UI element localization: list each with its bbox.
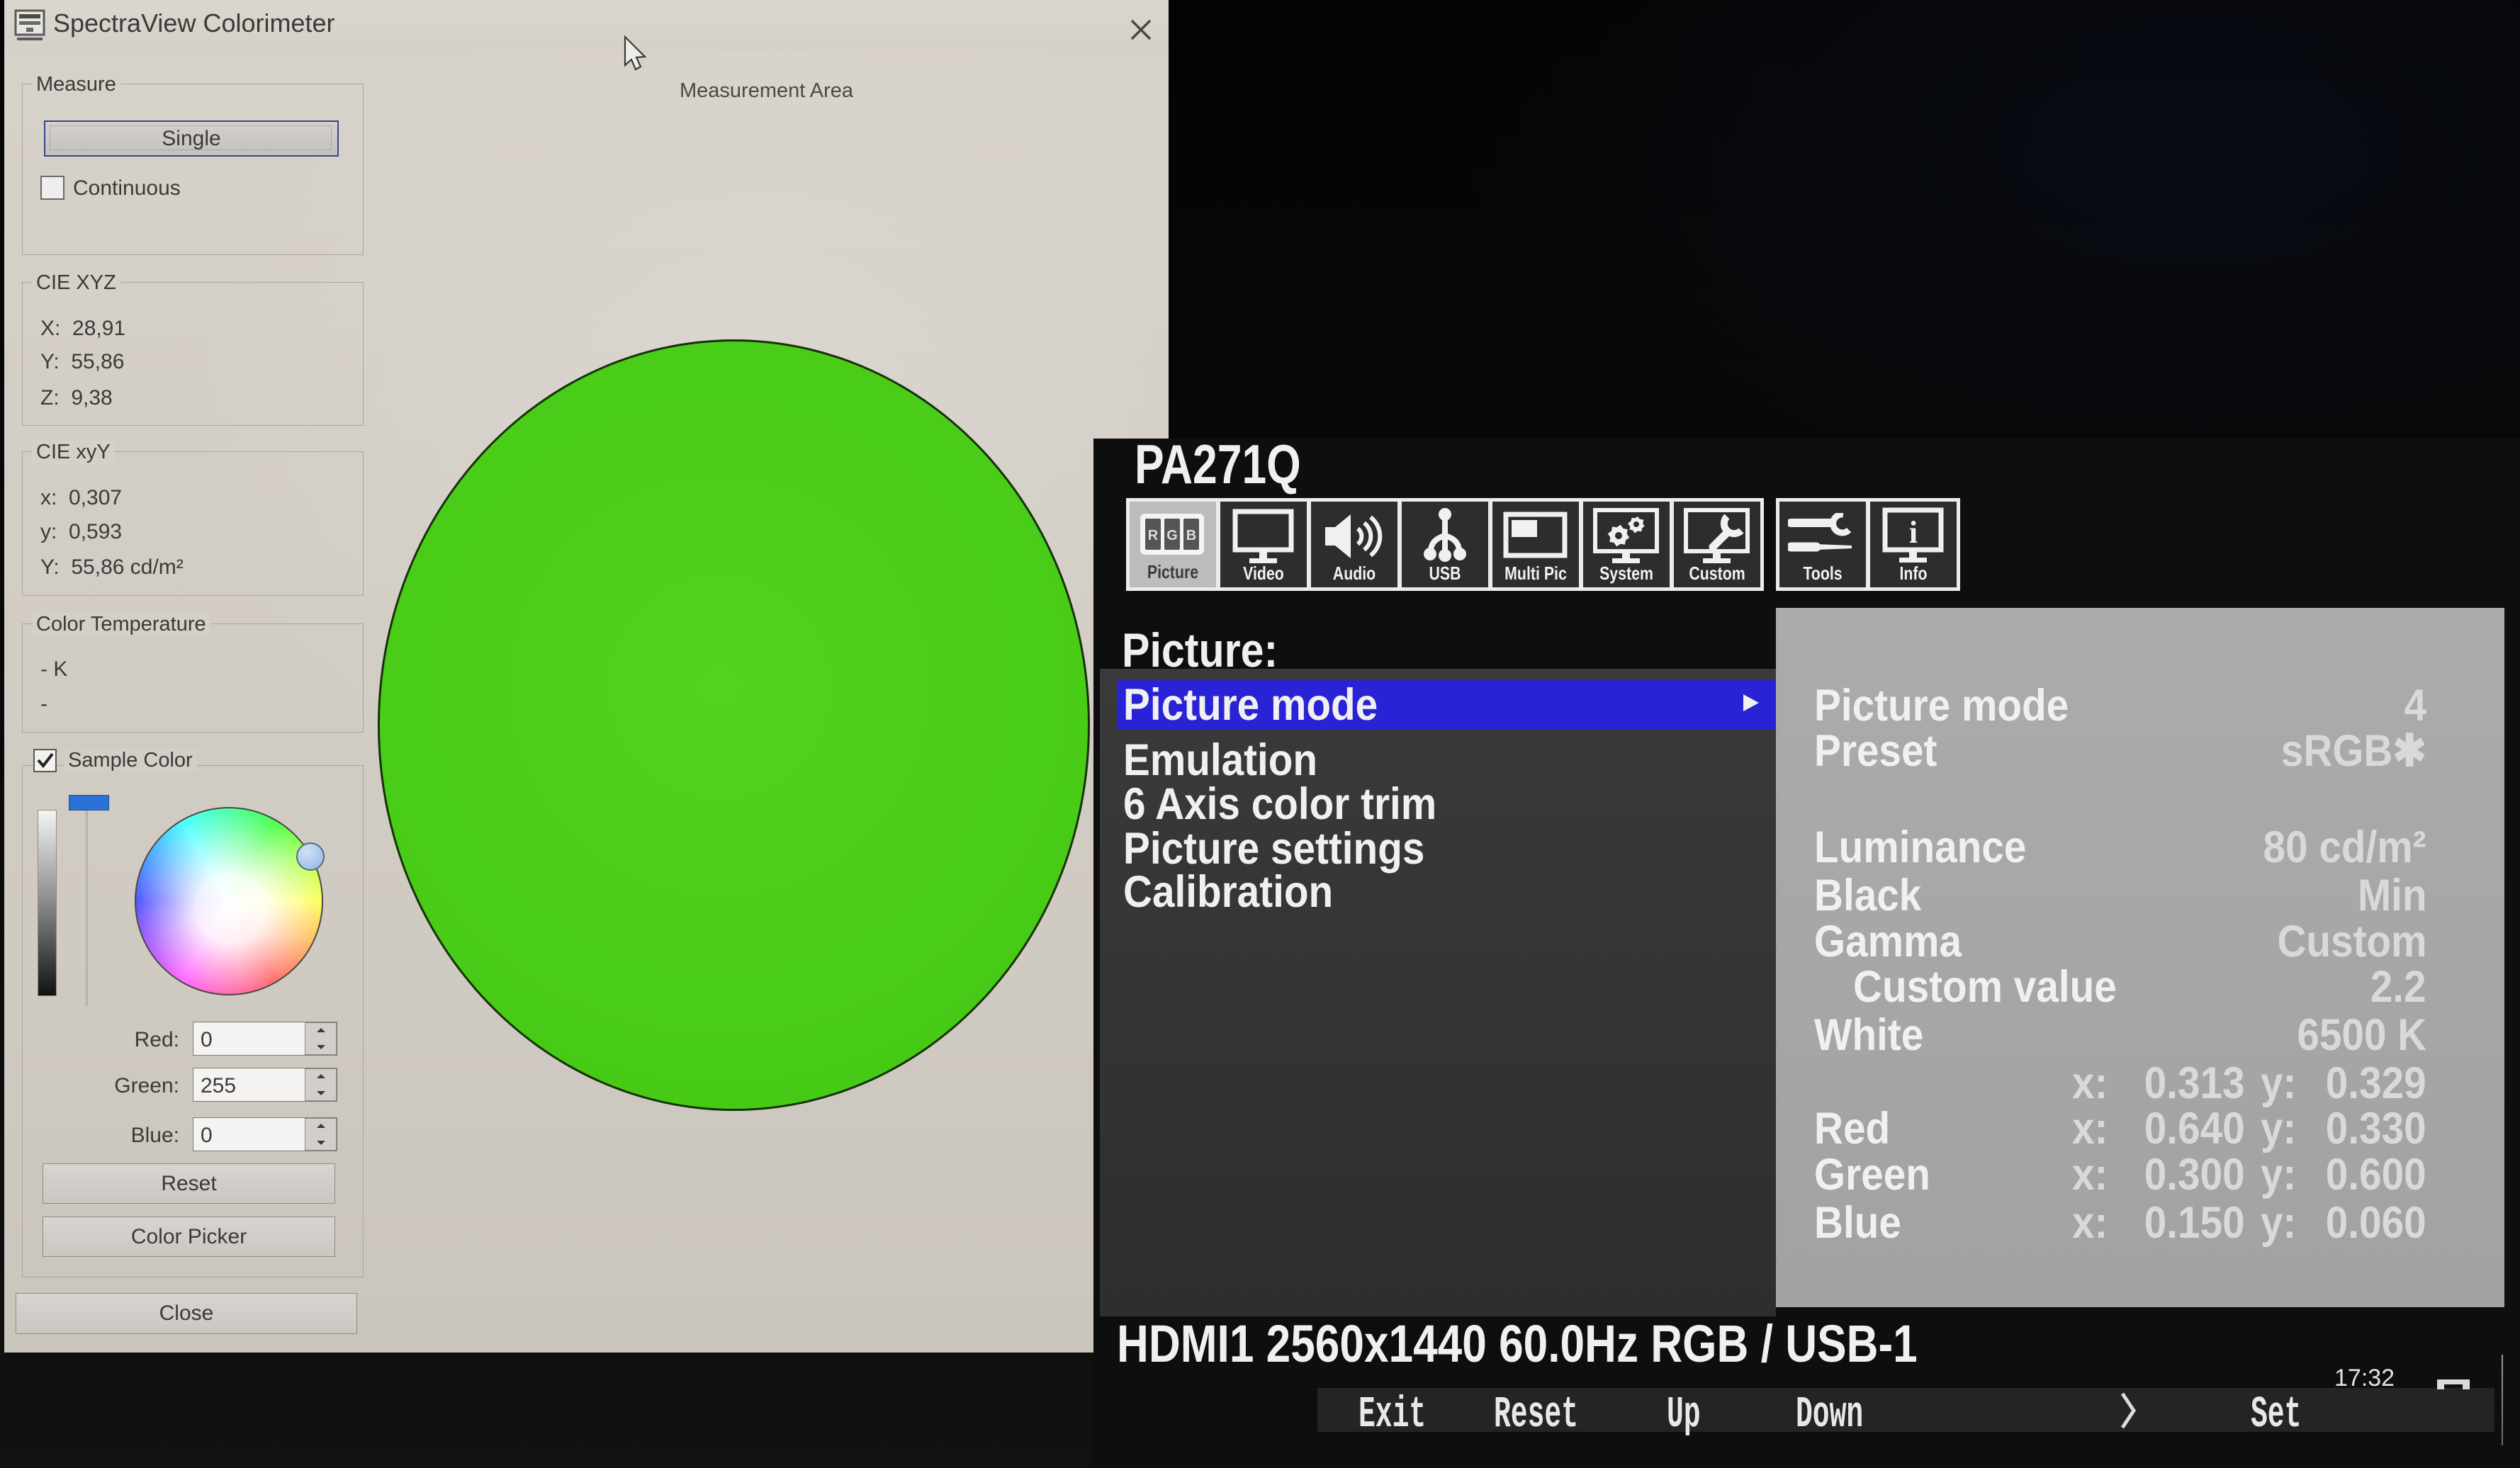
svg-text:R: R: [1148, 528, 1159, 543]
svg-text:B: B: [1186, 528, 1196, 543]
svg-text:i: i: [1909, 515, 1918, 550]
svg-text:G: G: [1166, 528, 1178, 543]
